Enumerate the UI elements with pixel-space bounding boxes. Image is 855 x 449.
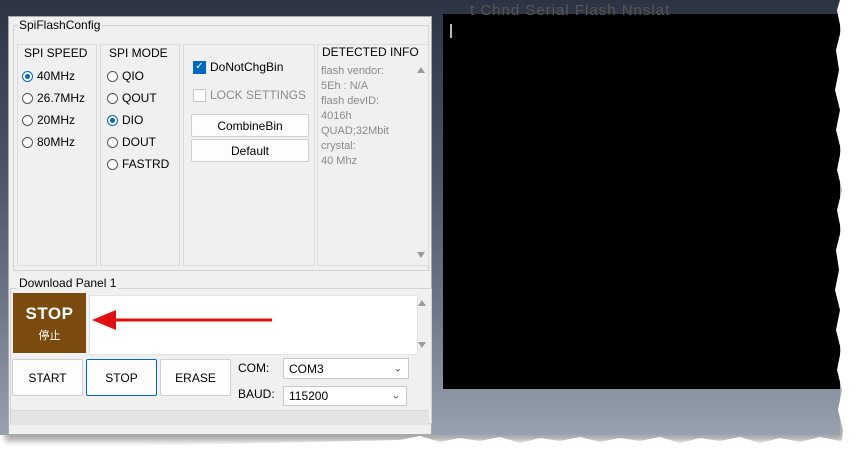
torn-edge-bottom — [0, 435, 855, 449]
screenshot-frame: t Chnd Serial Flash Nnslat SpiFlashConfi… — [0, 0, 840, 435]
arrow-left-icon — [92, 310, 272, 330]
text-cursor — [450, 24, 452, 38]
console-window — [443, 14, 840, 389]
background-window-title: t Chnd Serial Flash Nnslat — [470, 2, 671, 19]
torn-edge-right — [835, 0, 855, 449]
